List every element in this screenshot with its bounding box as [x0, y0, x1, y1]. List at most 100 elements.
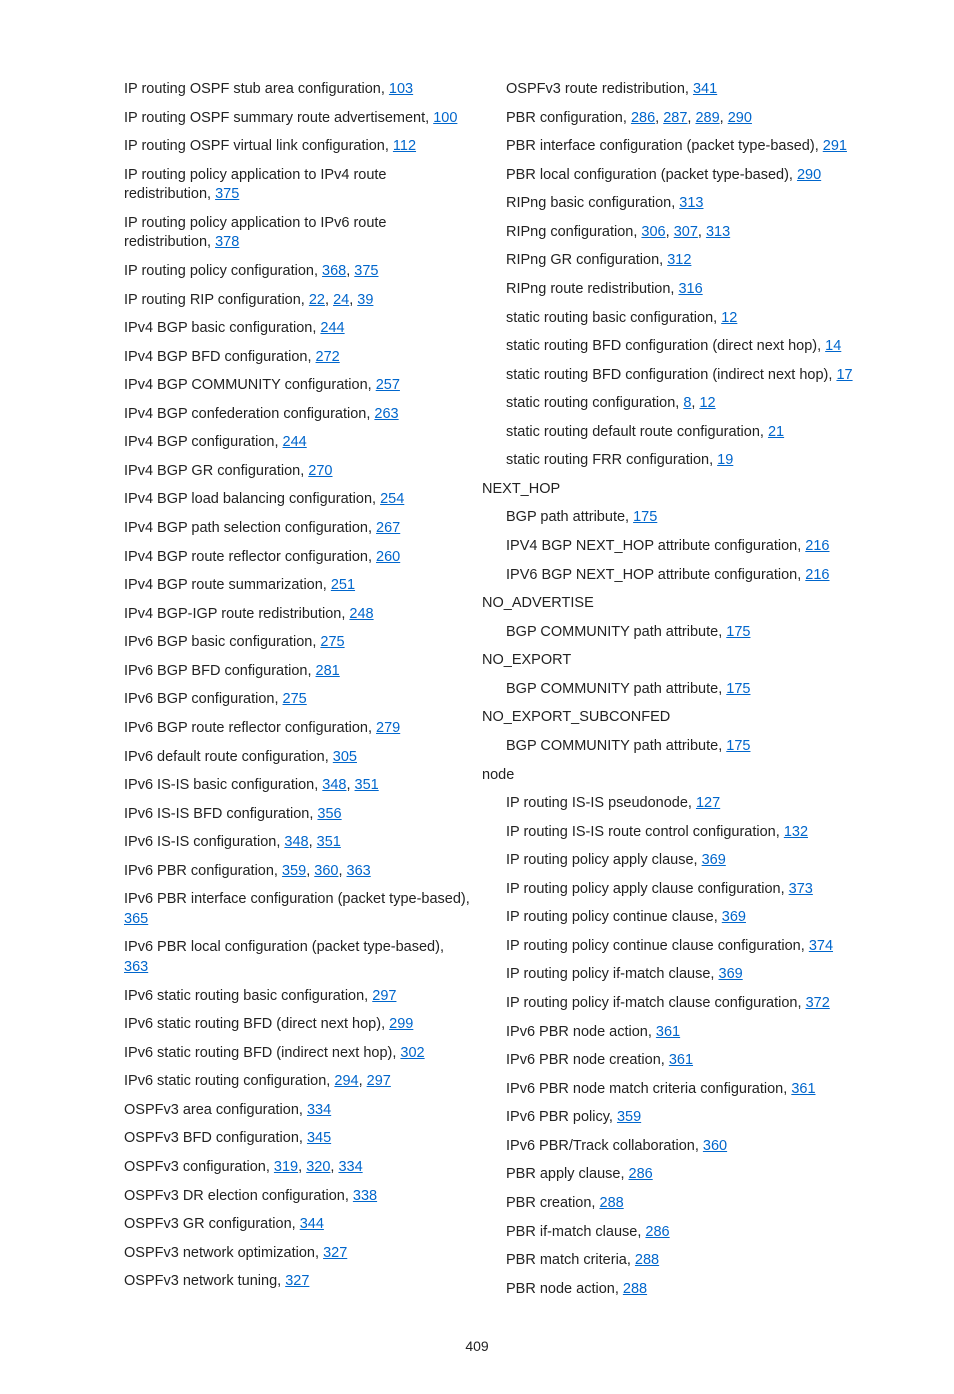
page-ref-link[interactable]: 127	[696, 795, 720, 811]
page-ref-link[interactable]: 251	[331, 577, 355, 593]
page-ref-link[interactable]: 19	[717, 452, 733, 468]
page-ref-link[interactable]: 100	[433, 110, 457, 126]
page-ref-link[interactable]: 279	[376, 720, 400, 736]
page-ref-link[interactable]: 344	[300, 1216, 324, 1232]
page-ref-link[interactable]: 263	[374, 406, 398, 422]
page-ref-link[interactable]: 248	[349, 606, 373, 622]
page-ref-link[interactable]: 216	[805, 538, 829, 554]
page-ref-link[interactable]: 289	[695, 110, 719, 126]
page-ref-link[interactable]: 288	[635, 1252, 659, 1268]
page-ref-link[interactable]: 373	[789, 881, 813, 897]
index-entry: IPv4 BGP COMMUNITY configuration, 257	[124, 376, 472, 396]
page-ref-link[interactable]: 369	[719, 966, 743, 982]
page-ref-link[interactable]: 254	[380, 491, 404, 507]
page-ref-link[interactable]: 39	[357, 292, 373, 308]
page-ref-link[interactable]: 275	[283, 691, 307, 707]
page-ref-link[interactable]: 361	[656, 1024, 680, 1040]
page-ref-link[interactable]: 297	[372, 988, 396, 1004]
page-ref-link[interactable]: 351	[317, 834, 341, 850]
page-ref-link[interactable]: 361	[791, 1081, 815, 1097]
page-ref-link[interactable]: 132	[784, 824, 808, 840]
page-ref-link[interactable]: 290	[728, 110, 752, 126]
page-ref-link[interactable]: 378	[215, 234, 239, 250]
page-ref-link[interactable]: 369	[722, 909, 746, 925]
page-ref-link[interactable]: 327	[323, 1245, 347, 1261]
page-ref-link[interactable]: 359	[617, 1109, 641, 1125]
page-ref-link[interactable]: 22	[309, 292, 325, 308]
page-ref-link[interactable]: 360	[314, 863, 338, 879]
page-ref-link[interactable]: 286	[645, 1224, 669, 1240]
page-ref-link[interactable]: 12	[721, 310, 737, 326]
page-ref-link[interactable]: 286	[629, 1166, 653, 1182]
page-ref-link[interactable]: 244	[320, 320, 344, 336]
page-ref-link[interactable]: 306	[641, 224, 665, 240]
index-entry-text: IPv6 PBR/Track collaboration,	[506, 1138, 703, 1154]
page-ref-link[interactable]: 267	[376, 520, 400, 536]
page-ref-link[interactable]: 345	[307, 1130, 331, 1146]
page-ref-link[interactable]: 348	[322, 777, 346, 793]
page-ref-link[interactable]: 175	[726, 624, 750, 640]
page-ref-link[interactable]: 305	[333, 749, 357, 765]
page-ref-link[interactable]: 338	[353, 1188, 377, 1204]
index-entry: PBR local configuration (packet type-bas…	[506, 166, 854, 186]
page-ref-link[interactable]: 175	[726, 681, 750, 697]
page-ref-link[interactable]: 272	[316, 349, 340, 365]
page-ref-link[interactable]: 316	[678, 281, 702, 297]
page-ref-link[interactable]: 320	[306, 1159, 330, 1175]
page-ref-link[interactable]: 294	[334, 1073, 358, 1089]
page-ref-link[interactable]: 290	[797, 167, 821, 183]
page-ref-link[interactable]: 175	[726, 738, 750, 754]
page-ref-link[interactable]: 363	[347, 863, 371, 879]
index-entry: RIPng configuration, 306, 307, 313	[506, 223, 854, 243]
page-ref-link[interactable]: 365	[124, 911, 148, 927]
page-ref-link[interactable]: 312	[667, 252, 691, 268]
page-ref-link[interactable]: 257	[376, 377, 400, 393]
page-ref-link[interactable]: 275	[320, 634, 344, 650]
page-ref-link[interactable]: 334	[338, 1159, 362, 1175]
page-ref-link[interactable]: 297	[367, 1073, 391, 1089]
page-ref-link[interactable]: 281	[316, 663, 340, 679]
page-ref-link[interactable]: 286	[631, 110, 655, 126]
page-ref-link[interactable]: 374	[809, 938, 833, 954]
page-ref-link[interactable]: 361	[669, 1052, 693, 1068]
page-ref-link[interactable]: 356	[317, 806, 341, 822]
page-ref-link[interactable]: 363	[124, 959, 148, 975]
page-ref-link[interactable]: 21	[768, 424, 784, 440]
page-ref-link[interactable]: 302	[400, 1045, 424, 1061]
page-ref-link[interactable]: 103	[389, 81, 413, 97]
page-ref-link[interactable]: 313	[706, 224, 730, 240]
page-ref-link[interactable]: 24	[333, 292, 349, 308]
page-ref-link[interactable]: 360	[703, 1138, 727, 1154]
page-ref-link[interactable]: 299	[389, 1016, 413, 1032]
page-ref-link[interactable]: 313	[679, 195, 703, 211]
page-ref-link[interactable]: 359	[282, 863, 306, 879]
page-ref-link[interactable]: 12	[699, 395, 715, 411]
page-ref-link[interactable]: 112	[393, 138, 416, 154]
page-ref-link[interactable]: 319	[274, 1159, 298, 1175]
index-entry-text: IPv6 IS-IS basic configuration,	[124, 777, 322, 793]
page-ref-link[interactable]: 287	[663, 110, 687, 126]
page-ref-link[interactable]: 270	[308, 463, 332, 479]
page-ref-link[interactable]: 288	[623, 1281, 647, 1297]
page-ref-link[interactable]: 327	[285, 1273, 309, 1289]
page-ref-link[interactable]: 17	[836, 367, 852, 383]
page-ref-link[interactable]: 288	[600, 1195, 624, 1211]
page-ref-link[interactable]: 375	[354, 263, 378, 279]
page-ref-link[interactable]: 334	[307, 1102, 331, 1118]
page-ref-link[interactable]: 14	[825, 338, 841, 354]
page-ref-link[interactable]: 175	[633, 509, 657, 525]
page-ref-link[interactable]: 348	[284, 834, 308, 850]
page-ref-link[interactable]: 260	[376, 549, 400, 565]
page-ref-link[interactable]: 372	[806, 995, 830, 1011]
page-ref-link[interactable]: 369	[702, 852, 726, 868]
page-ref-link[interactable]: 375	[215, 186, 239, 202]
page-ref-link[interactable]: 216	[805, 567, 829, 583]
index-entry: IPv4 BGP-IGP route redistribution, 248	[124, 605, 472, 625]
index-entry-text: IP routing OSPF virtual link configurati…	[124, 138, 393, 154]
page-ref-link[interactable]: 291	[823, 138, 847, 154]
page-ref-link[interactable]: 351	[355, 777, 379, 793]
page-ref-link[interactable]: 341	[693, 81, 717, 97]
page-ref-link[interactable]: 368	[322, 263, 346, 279]
page-ref-link[interactable]: 307	[674, 224, 698, 240]
page-ref-link[interactable]: 244	[283, 434, 307, 450]
